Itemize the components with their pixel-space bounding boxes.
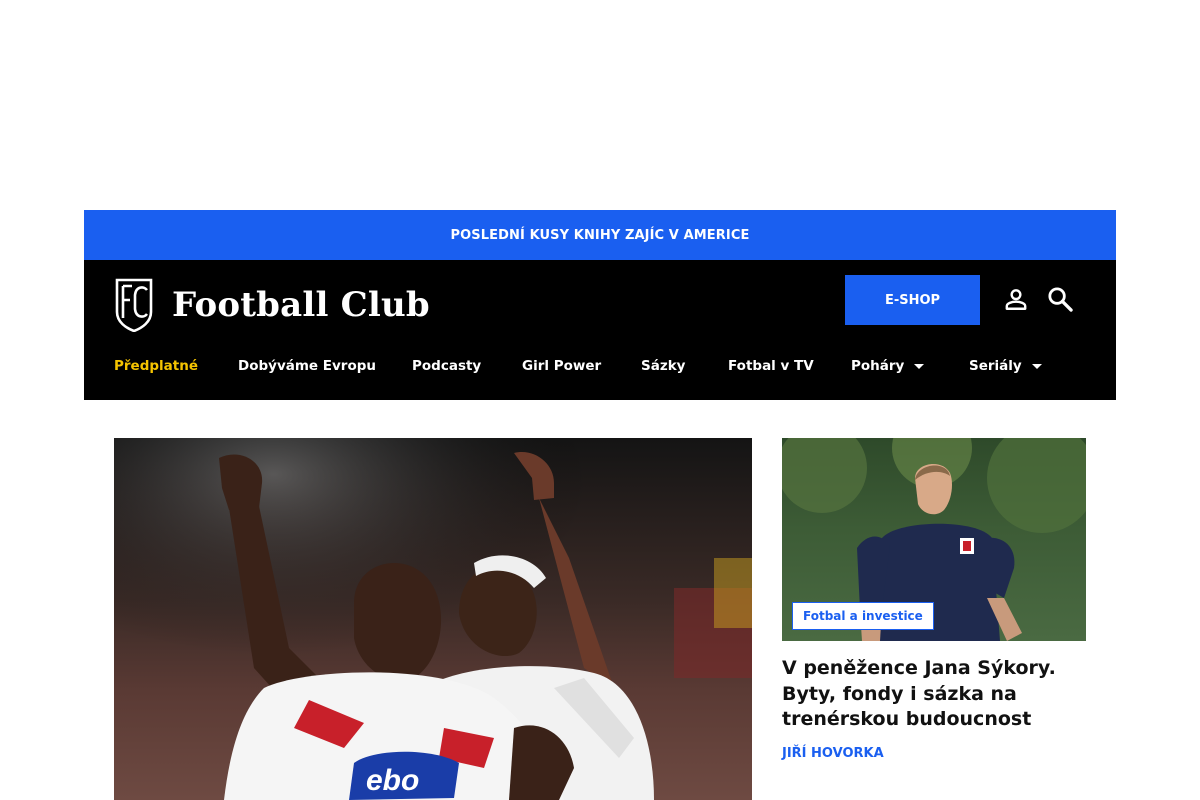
eshop-button[interactable]: E-SHOP <box>845 275 980 325</box>
caret-down-icon <box>914 363 925 369</box>
nav-item-predplatne[interactable]: Předplatné <box>114 358 198 374</box>
svg-text:ebo: ebo <box>366 764 419 797</box>
fc-crest-icon <box>115 278 153 332</box>
search-icon[interactable] <box>1045 284 1075 314</box>
hero-photo-illustration: ebo <box>114 438 752 800</box>
site-logo[interactable]: Football Club <box>114 278 430 332</box>
nav-item-label: Podcasty <box>412 358 482 374</box>
caret-down-icon <box>1031 363 1042 369</box>
nav-item-label: Seriály <box>969 358 1022 374</box>
nav-item-serialy[interactable]: Seriály <box>969 358 1042 374</box>
site-header: Football Club E-SHOP Předplatné Dobýváme… <box>84 260 1116 400</box>
nav-item-girl-power[interactable]: Girl Power <box>522 358 601 374</box>
nav-item-podcasty[interactable]: Podcasty <box>412 358 481 374</box>
hero-article-image[interactable]: ebo <box>114 438 752 800</box>
category-tag[interactable]: Fotbal a investice <box>792 602 934 630</box>
nav-item-dobyvame-evropu[interactable]: Dobýváme Evropu <box>238 358 376 374</box>
nav-item-sazky[interactable]: Sázky <box>641 358 685 374</box>
article-author[interactable]: JIŘÍ HOVORKA <box>782 746 1086 761</box>
nav-item-label: Poháry <box>851 358 905 374</box>
promo-banner[interactable]: POSLEDNÍ KUSY KNIHY ZAJÍC V AMERICE <box>84 210 1116 260</box>
user-icon[interactable] <box>1001 284 1031 314</box>
nav-item-fotbal-v-tv[interactable]: Fotbal v TV <box>728 358 814 374</box>
ad-space <box>0 0 1200 210</box>
nav-item-label: Sázky <box>641 358 686 374</box>
nav-item-pohary[interactable]: Poháry <box>851 358 925 374</box>
article-title[interactable]: V peněžence Jana Sýkory. Byty, fondy i s… <box>782 656 1086 733</box>
nav-item-label: Girl Power <box>522 358 602 374</box>
logo-wordmark: Football Club <box>172 285 430 325</box>
side-article-image[interactable]: Fotbal a investice <box>782 438 1086 641</box>
nav-item-label: Dobýváme Evropu <box>238 358 377 374</box>
side-article-card: Fotbal a investice V peněžence Jana Sýko… <box>782 438 1086 761</box>
nav-item-label: Předplatné <box>114 358 198 374</box>
nav-item-label: Fotbal v TV <box>728 358 814 374</box>
